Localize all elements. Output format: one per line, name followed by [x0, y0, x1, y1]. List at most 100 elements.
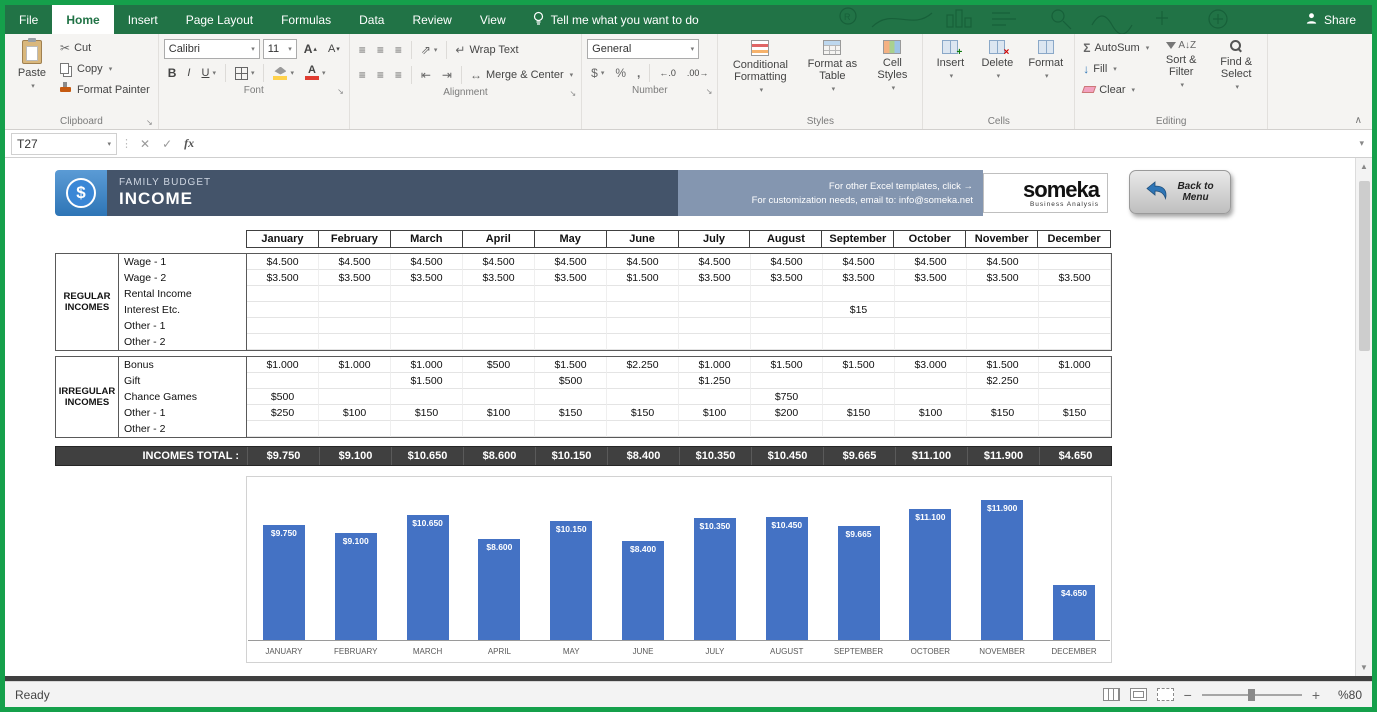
total-cell[interactable]: $9.750 [247, 447, 319, 465]
zoom-percent-label[interactable]: %80 [1330, 688, 1362, 702]
row-label[interactable]: Wage - 1 [119, 254, 247, 270]
page-break-view-icon[interactable] [1157, 688, 1174, 701]
value-cell[interactable] [607, 373, 679, 389]
value-cell[interactable]: $3.500 [1039, 270, 1111, 286]
underline-button[interactable]: U▾ [197, 63, 219, 83]
row-label[interactable]: Other - 2 [119, 421, 247, 437]
value-cell[interactable] [535, 286, 607, 302]
value-cell[interactable] [391, 286, 463, 302]
increase-font-size-button[interactable]: A▴ [300, 39, 321, 59]
row-label[interactable]: Chance Games [119, 389, 247, 405]
value-cell[interactable]: $1.500 [751, 357, 823, 373]
value-cell[interactable]: $3.500 [751, 270, 823, 286]
month-header-cell[interactable]: March [391, 231, 463, 247]
value-cell[interactable]: $1.500 [967, 357, 1039, 373]
value-cell[interactable] [247, 373, 319, 389]
total-cell[interactable]: $4.650 [1039, 447, 1111, 465]
value-cell[interactable] [1039, 334, 1111, 350]
chart-bar[interactable]: $9.665 [838, 526, 880, 640]
fill-color-button[interactable]: ▾ [269, 63, 298, 83]
value-cell[interactable] [391, 318, 463, 334]
total-cell[interactable]: $10.150 [535, 447, 607, 465]
chart-bar[interactable]: $9.100 [335, 533, 377, 640]
value-cell[interactable] [607, 302, 679, 318]
value-cell[interactable]: $750 [751, 389, 823, 405]
value-cell[interactable]: $100 [679, 405, 751, 421]
row-label[interactable]: Interest Etc. [119, 302, 247, 318]
value-cell[interactable]: $4.500 [535, 254, 607, 270]
value-cell[interactable] [823, 286, 895, 302]
value-cell[interactable] [823, 373, 895, 389]
total-cell[interactable]: $11.100 [895, 447, 967, 465]
value-cell[interactable]: $500 [247, 389, 319, 405]
value-cell[interactable] [535, 334, 607, 350]
value-cell[interactable]: $2.250 [967, 373, 1039, 389]
month-header-cell[interactable]: November [966, 231, 1038, 247]
formula-input[interactable] [202, 133, 1347, 155]
chart-bar[interactable]: $10.350 [694, 518, 736, 640]
value-cell[interactable] [319, 318, 391, 334]
scroll-down-icon[interactable]: ▼ [1360, 659, 1368, 676]
clipboard-dialog-launcher-icon[interactable]: ↘ [146, 118, 153, 127]
value-cell[interactable] [823, 334, 895, 350]
ribbon-tab-insert[interactable]: Insert [114, 5, 172, 34]
value-cell[interactable]: $1.250 [679, 373, 751, 389]
value-cell[interactable] [247, 286, 319, 302]
row-label[interactable]: Rental Income [119, 286, 247, 302]
comma-style-button[interactable]: , [633, 63, 644, 83]
value-cell[interactable] [463, 389, 535, 405]
worksheet[interactable]: $ FAMILY BUDGET INCOME For other Excel t… [5, 158, 1355, 676]
value-cell[interactable]: $15 [823, 302, 895, 318]
number-dialog-launcher-icon[interactable]: ↘ [706, 87, 713, 96]
align-left-button[interactable]: ≡ [355, 65, 370, 85]
value-cell[interactable] [1039, 389, 1111, 405]
ribbon-tab-file[interactable]: File [5, 5, 52, 34]
vertical-scrollbar[interactable]: ▲ ▼ [1355, 158, 1372, 676]
increase-decimal-button[interactable]: ←.0 [655, 63, 680, 83]
value-cell[interactable]: $4.500 [679, 254, 751, 270]
value-cell[interactable] [319, 302, 391, 318]
value-cell[interactable]: $100 [319, 405, 391, 421]
zoom-slider-thumb[interactable] [1248, 689, 1255, 701]
value-cell[interactable]: $3.500 [535, 270, 607, 286]
total-cell[interactable]: $9.665 [823, 447, 895, 465]
font-size-select[interactable]: 11▾ [263, 39, 297, 59]
value-cell[interactable]: $100 [895, 405, 967, 421]
value-cell[interactable]: $3.500 [247, 270, 319, 286]
value-cell[interactable]: $2.250 [607, 357, 679, 373]
value-cell[interactable] [607, 286, 679, 302]
value-cell[interactable] [967, 318, 1039, 334]
value-cell[interactable] [463, 286, 535, 302]
ribbon-tab-view[interactable]: View [466, 5, 520, 34]
cell-styles-button[interactable]: Cell Styles ▾ [867, 37, 917, 95]
italic-button[interactable]: I [183, 63, 194, 83]
month-header-cell[interactable]: July [679, 231, 751, 247]
value-cell[interactable]: $500 [463, 357, 535, 373]
value-cell[interactable]: $1.500 [607, 270, 679, 286]
wrap-text-button[interactable]: ↵Wrap Text [452, 39, 521, 60]
value-cell[interactable]: $500 [535, 373, 607, 389]
format-painter-button[interactable]: Format Painter [57, 79, 153, 100]
format-cells-button[interactable]: Format ▾ [1022, 37, 1069, 83]
value-cell[interactable] [1039, 318, 1111, 334]
page-layout-view-icon[interactable] [1130, 688, 1147, 701]
value-cell[interactable] [1039, 302, 1111, 318]
value-cell[interactable] [319, 334, 391, 350]
row-label[interactable]: Other - 1 [119, 405, 247, 421]
format-as-table-button[interactable]: Format as Table ▾ [800, 37, 864, 96]
increase-indent-button[interactable]: ⇥ [438, 65, 456, 85]
chart-bar[interactable]: $10.150 [550, 521, 592, 640]
back-to-menu-button[interactable]: Back to Menu [1129, 170, 1231, 214]
value-cell[interactable] [751, 421, 823, 437]
value-cell[interactable]: $1.000 [391, 357, 463, 373]
value-cell[interactable] [1039, 373, 1111, 389]
percent-style-button[interactable]: % [611, 63, 630, 83]
value-cell[interactable]: $1.000 [247, 357, 319, 373]
month-header-cell[interactable]: February [319, 231, 391, 247]
value-cell[interactable] [319, 373, 391, 389]
value-cell[interactable] [967, 421, 1039, 437]
value-cell[interactable]: $4.500 [319, 254, 391, 270]
value-cell[interactable] [463, 373, 535, 389]
value-cell[interactable] [535, 421, 607, 437]
value-cell[interactable] [751, 318, 823, 334]
